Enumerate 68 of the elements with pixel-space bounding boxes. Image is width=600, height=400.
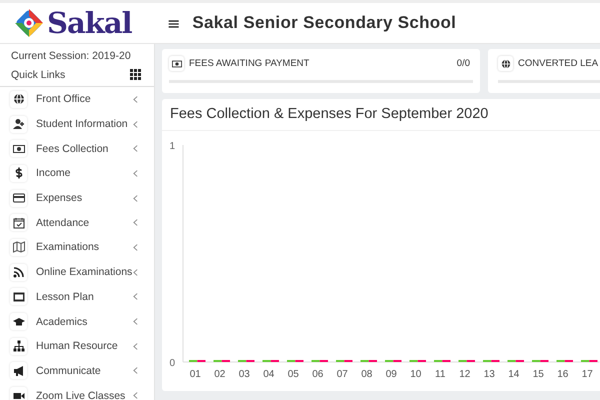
sidebar-item[interactable]: Human Resource [10, 334, 154, 359]
calendar-icon [12, 216, 24, 229]
x-tick-label: 02 [214, 369, 226, 380]
chevron-icon [133, 170, 138, 177]
chevron-icon [133, 194, 138, 202]
sitemap-icon [12, 340, 24, 352]
globe-icon [500, 58, 510, 68]
stat-value: 0/0 [456, 58, 470, 69]
chevron-icon [133, 293, 138, 300]
x-tick-label: 08 [361, 369, 372, 380]
x-tick-label: 10 [410, 369, 422, 380]
x-tick-label: 01 [190, 369, 201, 380]
megaphone-icon [12, 364, 24, 377]
chevron-icon [133, 145, 138, 152]
chevron-icon [133, 120, 138, 128]
grid-icon[interactable] [130, 69, 142, 81]
rss-icon [12, 266, 24, 278]
x-tick-label: 12 [459, 369, 470, 380]
stat-label: CONVERTED LEA [518, 58, 598, 69]
x-tick-label: 05 [288, 369, 299, 380]
user-plus-icon [12, 118, 24, 130]
x-tick-label: 13 [484, 369, 495, 380]
sidebar-item[interactable]: Zoom Live Classes [10, 383, 154, 400]
chart-title: Fees Collection & Expenses For September 2020 [162, 99, 600, 131]
chevron-icon [133, 318, 138, 326]
sidebar-item[interactable]: Fees Collection [10, 136, 154, 162]
y-tick-label: 0 [169, 358, 175, 369]
chevron-icon [133, 392, 138, 400]
x-tick-label: 14 [508, 369, 520, 380]
quick-links-label: Quick Links [11, 69, 66, 81]
chevron-icon [133, 96, 138, 103]
x-tick-label: 04 [263, 369, 274, 380]
x-tick-label: 11 [435, 369, 446, 380]
board-icon [12, 290, 24, 303]
sidebar-item[interactable]: Expenses [10, 186, 154, 210]
school-title: Sakal Senior Secondary School [192, 13, 456, 33]
money-icon [12, 142, 24, 155]
x-tick-label: 09 [386, 369, 397, 380]
chevron-icon [133, 219, 138, 226]
chevron-icon [133, 244, 138, 251]
card-icon [12, 192, 24, 204]
sidebar-item[interactable]: Income [10, 161, 154, 186]
sidebar-item[interactable]: Front Office [10, 87, 154, 112]
cap-icon [12, 316, 24, 328]
stat-label: FEES AWAITING PAYMENT [189, 58, 310, 69]
chevron-icon [133, 367, 138, 374]
sidebar-item[interactable]: Lesson Plan [10, 284, 154, 310]
money-icon [172, 58, 182, 68]
sidebar-item[interactable]: Student Information [10, 112, 154, 136]
x-tick-label: 07 [336, 369, 348, 380]
globe-icon [12, 93, 24, 106]
sidebar-item[interactable]: Academics [10, 309, 154, 334]
map-icon [12, 241, 24, 254]
current-session: Current Session: 2019-20 [10, 49, 132, 64]
x-tick-label: 03 [238, 369, 250, 380]
sidebar-item[interactable]: Attendance [10, 210, 154, 236]
sidebar-item[interactable]: Examinations [10, 235, 154, 260]
chevron-icon [133, 342, 138, 350]
x-tick-label: 15 [532, 369, 544, 380]
y-tick-label: 1 [169, 141, 175, 152]
x-tick-label: 16 [557, 369, 568, 380]
logo-text: Sakal [47, 6, 132, 40]
x-tick-label: 06 [312, 369, 324, 380]
chevron-icon [133, 268, 138, 276]
sidebar-item[interactable]: Communicate [10, 358, 154, 384]
dollar-icon [12, 167, 24, 180]
sidebar-item[interactable]: Online Examinations [10, 260, 154, 284]
x-tick-label: 17 [582, 369, 593, 380]
